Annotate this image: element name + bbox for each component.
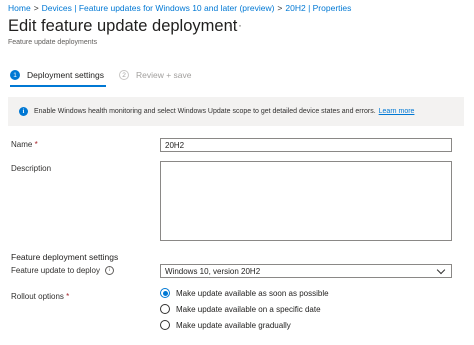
feature-update-label-text: Feature update to deploy (11, 266, 100, 275)
breadcrumb: Home > Devices | Feature updates for Windo… (8, 3, 351, 13)
breadcrumb-home[interactable]: Home (8, 3, 31, 13)
description-label: Description (11, 164, 52, 173)
radio-dot (162, 290, 168, 296)
radio-button-selected[interactable] (160, 288, 170, 298)
radio-button[interactable] (160, 304, 170, 314)
breadcrumb-devices[interactable]: Devices | Feature updates for Windows 10… (42, 3, 275, 13)
info-icon: i (19, 107, 28, 116)
step-label: Deployment settings (27, 70, 105, 80)
name-label-text: Name (11, 140, 33, 149)
rollout-options-label-text: Rollout options (11, 292, 64, 301)
more-options-button[interactable]: ··· (228, 18, 243, 32)
rollout-option-label: Make update available on a specific date (176, 304, 321, 314)
step-number: 2 (119, 70, 129, 80)
name-field[interactable]: 20H2 (160, 138, 452, 152)
step-review-save[interactable]: 2 Review + save (119, 68, 192, 82)
info-banner: i Enable Windows health monitoring and s… (8, 97, 464, 126)
rollout-option-specific-date[interactable]: Make update available on a specific date (160, 303, 321, 315)
learn-more-link[interactable]: Learn more (379, 108, 415, 115)
rollout-option-asap[interactable]: Make update available as soon as possibl… (160, 287, 329, 299)
description-field[interactable] (160, 161, 452, 241)
breadcrumb-item[interactable]: 20H2 | Properties (285, 3, 351, 13)
required-marker: * (34, 140, 38, 149)
breadcrumb-separator: > (277, 3, 283, 13)
section-title: Feature deployment settings (11, 252, 119, 262)
rollout-option-label: Make update available as soon as possibl… (176, 288, 329, 298)
feature-update-dropdown[interactable]: Windows 10, version 20H2 (160, 264, 452, 278)
rollout-option-label: Make update available gradually (176, 320, 291, 330)
radio-button[interactable] (160, 320, 170, 330)
info-hint-icon[interactable]: i (104, 266, 114, 276)
page-subtitle: Feature update deployments (8, 39, 98, 46)
step-label: Review + save (136, 70, 192, 80)
info-message: Enable Windows health monitoring and sel… (34, 108, 376, 115)
active-step-indicator (10, 85, 106, 87)
chevron-down-icon (436, 265, 446, 274)
rollout-option-gradually[interactable]: Make update available gradually (160, 319, 291, 331)
feature-update-value: Windows 10, version 20H2 (165, 266, 261, 276)
required-marker: * (66, 292, 70, 301)
rollout-options-label: Rollout options * (11, 292, 69, 301)
feature-update-label: Feature update to deploy i (11, 266, 114, 276)
name-label: Name * (11, 140, 38, 149)
page-title: Edit feature update deployment (8, 17, 238, 35)
breadcrumb-separator: > (33, 3, 39, 13)
step-number: 1 (10, 70, 20, 80)
step-deployment-settings[interactable]: 1 Deployment settings (10, 68, 104, 82)
